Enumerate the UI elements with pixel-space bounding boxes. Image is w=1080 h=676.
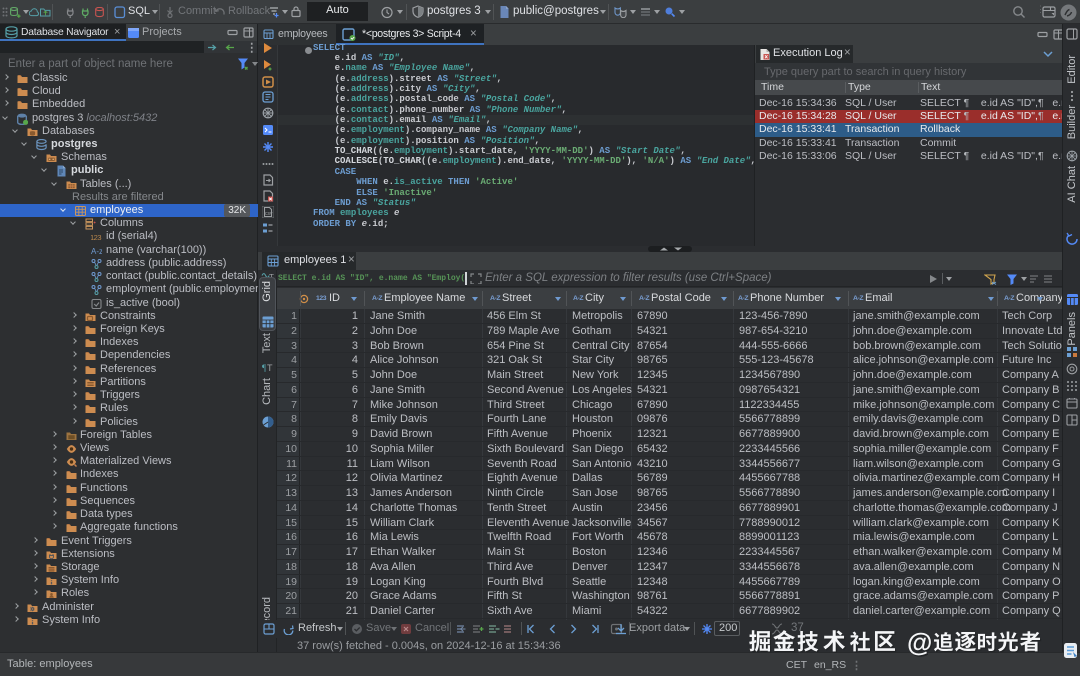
svg-text:A-z: A-z <box>91 247 102 256</box>
svg-text:¶: ¶ <box>262 363 266 373</box>
svg-text:123: 123 <box>91 233 101 242</box>
svg-text:csv: csv <box>265 211 273 217</box>
svg-text:T: T <box>267 363 273 373</box>
